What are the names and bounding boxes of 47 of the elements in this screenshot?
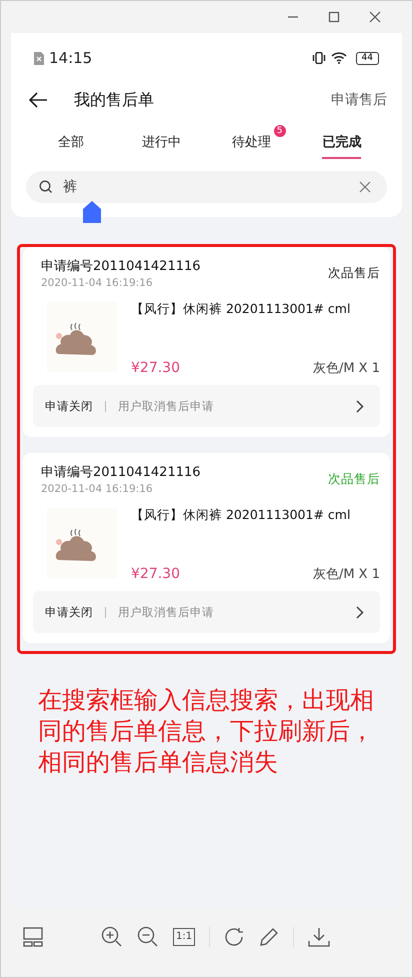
layout-icon[interactable] <box>23 927 43 947</box>
maximize-icon[interactable] <box>328 11 340 23</box>
product-spec: 灰色/M X 1 <box>312 360 380 377</box>
page-title: 我的售后单 <box>74 90 154 110</box>
status-time: 14:15 <box>49 49 92 67</box>
sim-icon <box>34 52 44 64</box>
battery-indicator: 44 <box>356 52 379 64</box>
search-icon <box>39 180 53 194</box>
order-time: 2020-11-04 16:19:16 <box>41 483 154 495</box>
annotation-text: 在搜索框输入信息搜索，出现相同的售后单信息，下拉刷新后，相同的售后单信息消失 <box>37 685 375 778</box>
status-row[interactable]: 申请关闭 用户取消售后申请 <box>33 591 380 633</box>
status-row[interactable]: 申请关闭 用户取消售后申请 <box>33 385 380 427</box>
order-type: 次品售后 <box>328 265 380 282</box>
zoom-out-icon[interactable] <box>137 926 159 948</box>
tab[interactable]: 进行中 <box>142 129 181 159</box>
order-number: 申请编号2011041421116 <box>41 258 201 275</box>
chevron-right-icon <box>356 400 364 412</box>
apply-after-sale-link[interactable]: 申请售后 <box>331 91 387 109</box>
chevron-right-icon <box>356 606 364 618</box>
tab[interactable]: 全部 <box>58 129 84 159</box>
count-badge: 5 <box>274 125 286 137</box>
order-type: 次品售后 <box>328 471 380 488</box>
clear-icon[interactable] <box>359 181 371 193</box>
product-name: 【风行】休闲裤 20201113001# cml <box>131 301 352 318</box>
price: ¥27.30 <box>131 360 180 376</box>
tab[interactable]: 已完成 <box>322 129 362 159</box>
status-note: 用户取消售后申请 <box>118 398 214 414</box>
status-label: 申请关闭 <box>45 398 93 414</box>
product-spec: 灰色/M X 1 <box>312 566 380 583</box>
order-time: 2020-11-04 16:19:16 <box>41 277 154 289</box>
cursor-handle-icon[interactable] <box>82 201 102 223</box>
wifi-icon <box>330 52 347 64</box>
search-field[interactable]: 裤 <box>26 171 387 203</box>
rotate-icon[interactable] <box>224 926 246 948</box>
status-note: 用户取消售后申请 <box>118 604 214 620</box>
download-icon[interactable] <box>308 927 330 947</box>
product-name: 【风行】休闲裤 20201113001# cml <box>131 507 352 524</box>
pencil-icon[interactable] <box>259 927 280 947</box>
status-label: 申请关闭 <box>45 604 93 620</box>
zoom-in-icon[interactable] <box>101 926 123 948</box>
close-icon[interactable] <box>369 11 381 23</box>
order-number: 申请编号2011041421116 <box>41 464 201 481</box>
back-arrow-icon[interactable] <box>28 92 48 108</box>
actual-size-button[interactable]: 1:1 <box>173 928 196 946</box>
price: ¥27.30 <box>131 566 180 582</box>
vibrate-icon <box>312 52 326 64</box>
tab[interactable]: 待处理 <box>232 129 272 159</box>
